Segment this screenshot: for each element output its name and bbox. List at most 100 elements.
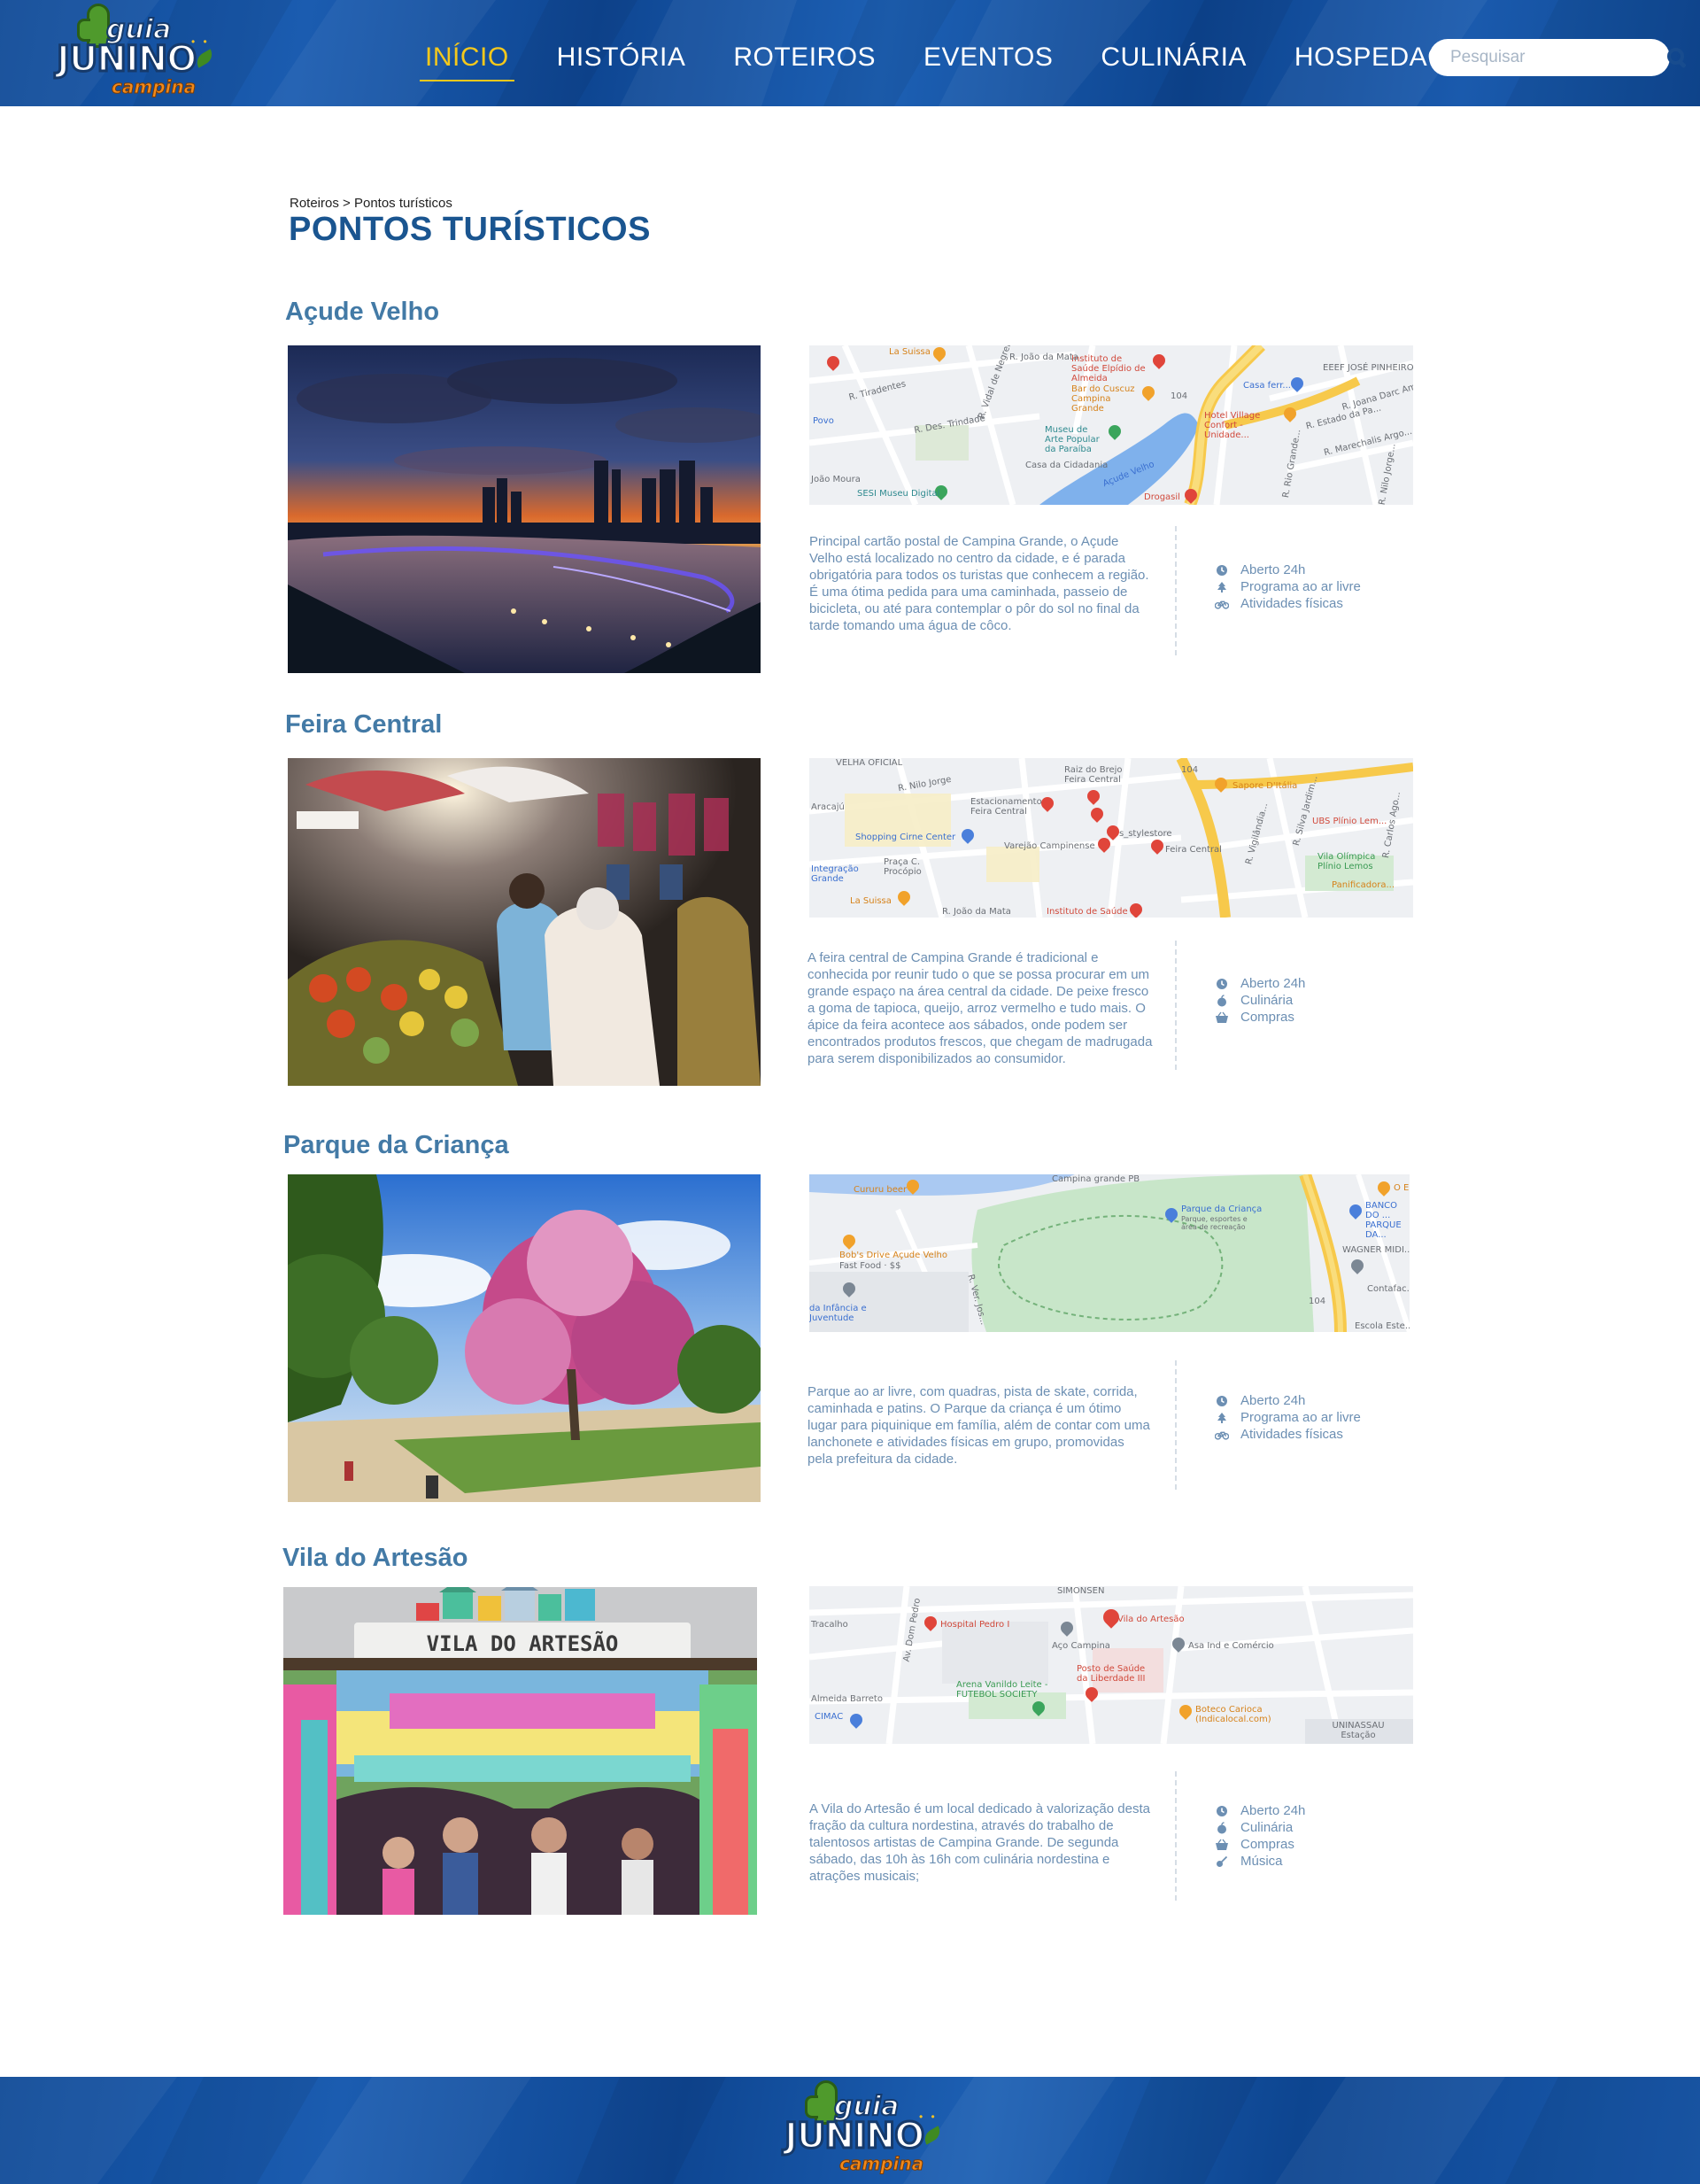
feature-label: Programa ao ar livre [1240, 1410, 1361, 1425]
map-label: SESI Museu Digital [857, 489, 940, 499]
nav-roteiros[interactable]: ROTEIROS [728, 37, 881, 81]
place-photo-parque-da-crianca[interactable] [288, 1174, 761, 1502]
feature-item: Aberto 24h [1215, 561, 1361, 578]
site-header: • • guia JUNINO campina INÍCIO HISTÓRIA … [0, 0, 1700, 106]
map-label: La Suissa [850, 896, 892, 906]
search-input[interactable] [1450, 48, 1667, 67]
map-label: SIMONSEN [1057, 1586, 1105, 1596]
feature-label: Aberto 24h [1240, 976, 1306, 991]
breadcrumb-current: Pontos turísticos [353, 196, 452, 211]
search-box [1429, 39, 1684, 76]
feature-item: Atividades físicas [1215, 595, 1361, 612]
map-label: Casa ferr... [1243, 381, 1291, 391]
map-label: Posto de Saúde da Liberdade III [1077, 1664, 1146, 1684]
map-label: Instituto de Saúde Elpídio de Almeida [1071, 354, 1146, 383]
place-description: Principal cartão postal de Campina Grand… [809, 534, 1149, 633]
place-description: A feira central de Campina Grande é trad… [808, 950, 1153, 1066]
divider [1175, 526, 1177, 655]
map-label: WAGNER MIDI... [1342, 1245, 1410, 1255]
tree-icon [1215, 1412, 1229, 1424]
map-vila-do-artesao[interactable]: SIMONSEN Vila do Artesão Hospital Pedro … [809, 1586, 1413, 1744]
divider [1175, 941, 1177, 1070]
park-image [288, 1174, 761, 1502]
food-icon [1215, 994, 1229, 1007]
map-label: Asa Ind e Comércio [1188, 1641, 1274, 1651]
map-label: 104 [1171, 391, 1188, 401]
map-label: da Infância e Juventude [809, 1304, 867, 1323]
map-label: Cururu beer [854, 1185, 908, 1195]
feature-label: Compras [1240, 1837, 1294, 1852]
map-label: Aço Campina [1052, 1641, 1110, 1651]
map-label: R. João da Mata [1009, 352, 1078, 362]
place-photo-vila-do-artesao[interactable]: VILA DO ARTESÃO [283, 1587, 757, 1915]
map-label: Panificadora... [1332, 880, 1395, 890]
place-photo-feira-central[interactable] [288, 758, 761, 1086]
sunset-skyline-image [288, 345, 761, 673]
clock-icon [1215, 1395, 1229, 1407]
breadcrumb-roteiros[interactable]: Roteiros [290, 196, 339, 211]
map-label: Vila do Artesão [1117, 1615, 1185, 1624]
feature-item: Culinária [1215, 1819, 1305, 1836]
feature-label: Aberto 24h [1240, 1803, 1306, 1818]
place-features: Aberto 24h Culinária Compras [1215, 975, 1305, 1026]
logo-text-junino: JUNINO [55, 38, 197, 81]
feature-label: Atividades físicas [1240, 1427, 1343, 1442]
feature-label: Aberto 24h [1240, 562, 1306, 577]
map-label: UBS Plínio Lem... [1312, 817, 1387, 826]
basket-icon [1215, 1011, 1229, 1024]
divider [1175, 1771, 1177, 1901]
map-label: João Moura [811, 475, 861, 484]
feature-item: Programa ao ar livre [1215, 578, 1361, 595]
photo-sign-text: VILA DO ARTESÃO [427, 1630, 619, 1656]
map-label: Drogasil [1144, 492, 1180, 502]
footer-logo[interactable]: • • guia JUNINO campina [783, 2079, 944, 2178]
bicycle-icon [1215, 1429, 1229, 1441]
map-parque-da-crianca[interactable]: Cururu beer Campina grande PB Parque da … [809, 1174, 1410, 1332]
map-label: Feira Central [1165, 845, 1222, 855]
feature-label: Compras [1240, 1010, 1294, 1025]
feature-item: Atividades físicas [1215, 1426, 1361, 1443]
feature-item: Compras [1215, 1009, 1305, 1026]
nav-culinaria[interactable]: CULINÁRIA [1095, 37, 1252, 81]
clock-icon [1215, 1805, 1229, 1817]
feature-item: Programa ao ar livre [1215, 1409, 1361, 1426]
place-features: Aberto 24h Programa ao ar livre Atividad… [1215, 561, 1361, 612]
nav-historia[interactable]: HISTÓRIA [552, 37, 692, 81]
place-title: Parque da Criança [283, 1131, 509, 1159]
place-photo-acude-velho[interactable] [288, 345, 761, 673]
basket-icon [1215, 1839, 1229, 1851]
nav-inicio[interactable]: INÍCIO [420, 37, 514, 81]
map-label: Instituto de Saúde [1047, 907, 1128, 917]
market-image [288, 758, 761, 1086]
map-label: Casa da Cidadania [1025, 461, 1109, 470]
feature-label: Culinária [1240, 993, 1294, 1008]
map-label: Campina grande PB [1052, 1174, 1140, 1184]
place-features: Aberto 24h Culinária Compras Música [1215, 1802, 1305, 1870]
feature-label: Programa ao ar livre [1240, 579, 1361, 594]
place-features: Aberto 24h Programa ao ar livre Atividad… [1215, 1392, 1361, 1443]
map-label: O E... [1394, 1183, 1410, 1193]
map-label: Hospital Pedro I [940, 1620, 1010, 1630]
map-label: CIMAC [815, 1712, 844, 1722]
map-label: s_stylestore [1119, 829, 1172, 839]
feature-item: Música [1215, 1853, 1305, 1870]
map-label: Hotel Village Confort - Unidade... [1204, 411, 1261, 440]
feature-item: Culinária [1215, 992, 1305, 1009]
header-logo[interactable]: • • guia JUNINO campina [55, 2, 216, 101]
feature-label: Música [1240, 1854, 1283, 1869]
map-feira-central[interactable]: VELHA OFICIAL Raiz do Brejo Feira Centra… [809, 758, 1413, 918]
map-label: Museu de Arte Popular da Paraíba [1045, 425, 1100, 454]
leaf-icon [921, 2126, 944, 2145]
feature-item: Aberto 24h [1215, 1392, 1361, 1409]
logo-text-campina: campina [111, 76, 197, 98]
map-label: Fast Food · $$ [839, 1261, 901, 1271]
site-footer: • • guia JUNINO campina [0, 2077, 1700, 2184]
feature-label: Aberto 24h [1240, 1393, 1306, 1408]
place-description: A Vila do Artesão é um local dedicado à … [809, 1801, 1150, 1884]
map-label: Aracajú [811, 802, 845, 812]
breadcrumb-separator: > [338, 196, 354, 211]
map-label: Raiz do Brejo Feira Central [1064, 765, 1123, 785]
map-acude-velho[interactable]: La Suissa Instituto de Saúde Elpídio de … [809, 345, 1413, 505]
nav-eventos[interactable]: EVENTOS [918, 37, 1058, 81]
page-title: PONTOS TURÍSTICOS [289, 211, 651, 248]
